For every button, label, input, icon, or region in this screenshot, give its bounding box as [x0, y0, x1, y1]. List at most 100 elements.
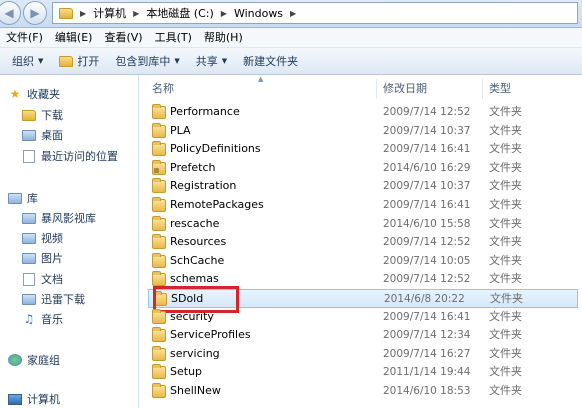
file-row[interactable]: Setup 2011/1/14 19:44 文件夹: [148, 363, 578, 382]
file-name: ServiceProfiles: [170, 328, 251, 342]
computer-icon: [8, 393, 22, 405]
file-modified-date: 2009/7/14 12:52: [383, 106, 471, 118]
file-name: PolicyDefinitions: [170, 142, 261, 156]
file-row[interactable]: Registration 2009/7/14 10:37 文件夹: [148, 177, 578, 196]
file-row[interactable]: security 2009/7/14 16:41 文件夹: [148, 308, 578, 327]
file-name: SchCache: [170, 253, 225, 267]
nav-libraries[interactable]: 库: [8, 188, 38, 208]
file-row[interactable]: rescache 2014/6/10 15:58 文件夹: [148, 215, 578, 234]
column-header-modified[interactable]: 修改日期: [383, 77, 427, 101]
folder-icon: [152, 364, 166, 380]
nav-desktop[interactable]: 桌面: [22, 125, 63, 145]
nav-label: 家庭组: [27, 354, 60, 367]
address-strip: ◀ ▶ ▶ 计算机 ▶ 本地磁盘 (C:) ▶ Windows ▶: [0, 0, 582, 28]
library-icon: [8, 192, 22, 204]
file-row[interactable]: Resources 2009/7/14 12:52 文件夹: [148, 233, 578, 252]
nav-label: 迅雷下载: [41, 293, 85, 306]
back-arrow-icon: ◀: [4, 6, 14, 20]
file-row[interactable]: Performance 2009/7/14 12:52 文件夹: [148, 103, 578, 122]
file-row[interactable]: PolicyDefinitions 2009/7/14 16:41 文件夹: [148, 140, 578, 159]
file-modified-date: 2009/7/14 10:05: [383, 254, 471, 267]
file-type: 文件夹: [489, 253, 522, 267]
column-divider[interactable]: [482, 79, 483, 99]
file-row[interactable]: SDold 2014/6/8 20:22 文件夹: [148, 286, 578, 313]
column-header-type[interactable]: 类型: [489, 77, 511, 101]
open-folder-icon: [59, 55, 74, 67]
breadcrumb-chevron-icon[interactable]: ▶: [77, 9, 89, 18]
nav-recent-places[interactable]: 最近访问的位置: [22, 146, 118, 166]
folder-icon: [152, 141, 166, 157]
file-type: 文件夹: [490, 292, 523, 305]
nav-label: 暴风影视库: [41, 212, 96, 225]
file-modified-date: 2009/7/14 12:52: [383, 236, 471, 249]
folder-icon: [152, 234, 166, 250]
file-name: security: [170, 309, 214, 323]
forward-button[interactable]: ▶: [23, 1, 47, 25]
breadcrumb-chevron-icon[interactable]: ▶: [287, 9, 299, 18]
menu-tools[interactable]: 工具(T): [149, 28, 198, 48]
breadcrumb-windows[interactable]: Windows: [234, 7, 283, 20]
file-name: Prefetch: [170, 160, 216, 174]
nav-storm-library[interactable]: 暴风影视库: [22, 208, 96, 228]
forward-arrow-icon: ▶: [30, 6, 40, 20]
nav-xunlei-downloads[interactable]: 迅雷下载: [22, 289, 85, 309]
file-name: PLA: [170, 123, 191, 137]
picture-icon: [22, 252, 36, 264]
breadcrumb-drive-c[interactable]: 本地磁盘 (C:): [146, 5, 213, 21]
menu-bar: 文件(F) 编辑(E) 查看(V) 工具(T) 帮助(H): [0, 28, 582, 48]
file-row[interactable]: servicing 2009/7/14 16:27 文件夹: [148, 345, 578, 364]
file-modified-date: 2014/6/10 18:53: [383, 385, 471, 397]
folder-icon: [152, 271, 166, 287]
menu-help[interactable]: 帮助(H): [198, 28, 249, 48]
nav-label: 图片: [41, 252, 63, 265]
share-button[interactable]: 共享 ▼: [188, 48, 235, 75]
nav-homegroup[interactable]: 家庭组: [8, 350, 60, 370]
homegroup-icon: [8, 354, 22, 366]
file-type: 文件夹: [489, 309, 522, 323]
folder-icon: [152, 308, 166, 324]
menu-file[interactable]: 文件(F): [0, 28, 49, 48]
menu-view[interactable]: 查看(V): [98, 28, 148, 48]
folder-icon: [152, 327, 166, 343]
column-header-name[interactable]: 名称: [152, 77, 174, 101]
menu-edit[interactable]: 编辑(E): [49, 28, 99, 48]
nav-music[interactable]: ♫ 音乐: [22, 309, 63, 329]
chevron-down-icon: ▼: [38, 56, 44, 65]
breadcrumb-computer[interactable]: 计算机: [93, 5, 126, 21]
folder-icon: [152, 178, 166, 194]
include-label: 包含到库中: [115, 54, 171, 68]
address-bar[interactable]: ▶ 计算机 ▶ 本地磁盘 (C:) ▶ Windows ▶: [52, 2, 578, 24]
column-divider[interactable]: [376, 79, 377, 99]
nav-computer[interactable]: 计算机: [8, 389, 60, 408]
file-row[interactable]: ShellNew 2014/6/10 18:53 文件夹: [148, 382, 578, 401]
document-icon: [23, 272, 35, 286]
nav-label: 文档: [41, 273, 63, 286]
breadcrumb-chevron-icon[interactable]: ▶: [218, 9, 230, 18]
back-button[interactable]: ◀: [0, 1, 21, 25]
nav-label: 视频: [41, 232, 63, 245]
file-modified-date: 2009/7/14 12:52: [383, 273, 471, 286]
file-row[interactable]: SchCache 2009/7/14 10:05 文件夹: [148, 252, 578, 271]
include-in-library-button[interactable]: 包含到库中 ▼: [107, 48, 187, 75]
nav-downloads[interactable]: 下载: [22, 105, 63, 125]
file-modified-date: 2009/7/14 16:41: [383, 143, 471, 156]
command-bar: 组织 ▼ 打开 包含到库中 ▼ 共享 ▼ 新建文件夹: [0, 48, 582, 75]
open-button[interactable]: 打开: [51, 48, 107, 75]
chevron-down-icon: ▼: [221, 56, 228, 65]
file-row[interactable]: ServiceProfiles 2009/7/14 12:34 文件夹: [148, 326, 578, 345]
nav-pictures[interactable]: 图片: [22, 248, 63, 268]
nav-documents[interactable]: 文档: [22, 269, 63, 289]
file-row[interactable]: Prefetch 2014/6/10 16:29 文件夹: [148, 159, 578, 178]
file-name: Resources: [170, 235, 227, 249]
file-row[interactable]: PLA 2009/7/14 10:37 文件夹: [148, 122, 578, 141]
new-folder-button[interactable]: 新建文件夹: [235, 48, 306, 75]
file-name: servicing: [170, 346, 220, 360]
organize-button[interactable]: 组织 ▼: [4, 48, 51, 75]
folder-icon: [152, 159, 166, 175]
nav-videos[interactable]: 视频: [22, 228, 63, 248]
file-type: 文件夹: [489, 365, 522, 379]
file-type: 文件夹: [489, 346, 522, 360]
nav-favorites[interactable]: ★ 收藏夹: [8, 84, 60, 104]
file-row[interactable]: RemotePackages 2009/7/14 16:41 文件夹: [148, 196, 578, 215]
breadcrumb-chevron-icon[interactable]: ▶: [130, 9, 142, 18]
